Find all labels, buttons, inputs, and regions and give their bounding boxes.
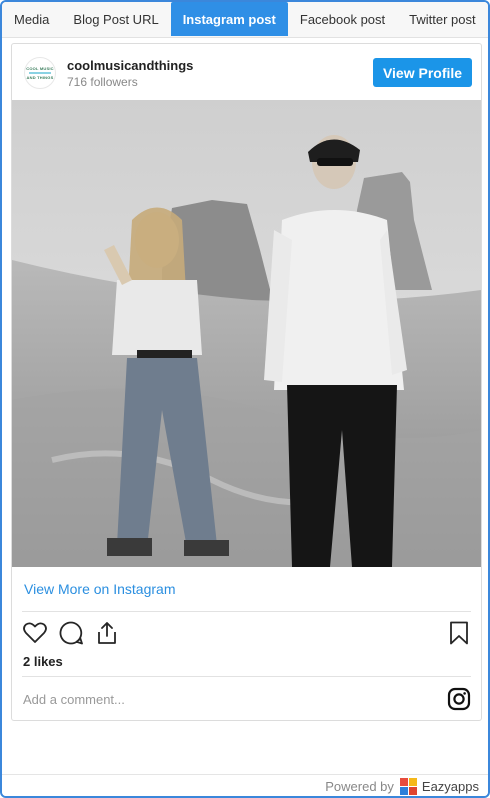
add-comment-input[interactable] [23,688,423,710]
view-profile-button[interactable]: View Profile [373,58,472,87]
powered-by[interactable]: Powered by Eazyapps [325,778,479,795]
comment-icon[interactable] [58,620,84,646]
share-icon[interactable] [94,620,120,646]
eazyapps-logo-icon [399,778,417,795]
avatar-text-line-1: COOL MUSIC [26,66,54,71]
heart-icon[interactable] [22,620,48,646]
post-photo[interactable] [12,100,481,567]
like-count: 2 likes [23,654,63,669]
footer: Powered by Eazyapps [2,774,488,796]
username[interactable]: coolmusicandthings [67,58,193,73]
avatar-text-line-2: AND THINGS [26,75,54,80]
instagram-post-card: COOL MUSIC AND THINGS coolmusicandthings… [11,43,482,721]
tab-media[interactable]: Media [2,2,61,36]
instagram-icon[interactable] [447,687,471,711]
view-more-on-instagram-link[interactable]: View More on Instagram [24,581,175,597]
widget-frame: Media Blog Post URL Instagram post Faceb… [0,0,490,798]
tab-facebook-post[interactable]: Facebook post [288,2,397,36]
avatar[interactable]: COOL MUSIC AND THINGS [24,57,56,89]
tab-instagram-post[interactable]: Instagram post [170,2,288,36]
brand-name: Eazyapps [421,779,479,794]
powered-by-label: Powered by [325,779,394,794]
tab-blog-post-url[interactable]: Blog Post URL [61,2,170,36]
avatar-stripe [29,72,51,74]
tab-bar: Media Blog Post URL Instagram post Faceb… [2,2,488,38]
post-header: COOL MUSIC AND THINGS coolmusicandthings… [12,44,481,100]
bookmark-icon[interactable] [446,620,472,646]
follower-count: 716 followers [67,75,138,89]
comment-divider [22,676,471,677]
actions-divider [22,611,471,612]
tab-twitter-post[interactable]: Twitter post [397,2,487,36]
